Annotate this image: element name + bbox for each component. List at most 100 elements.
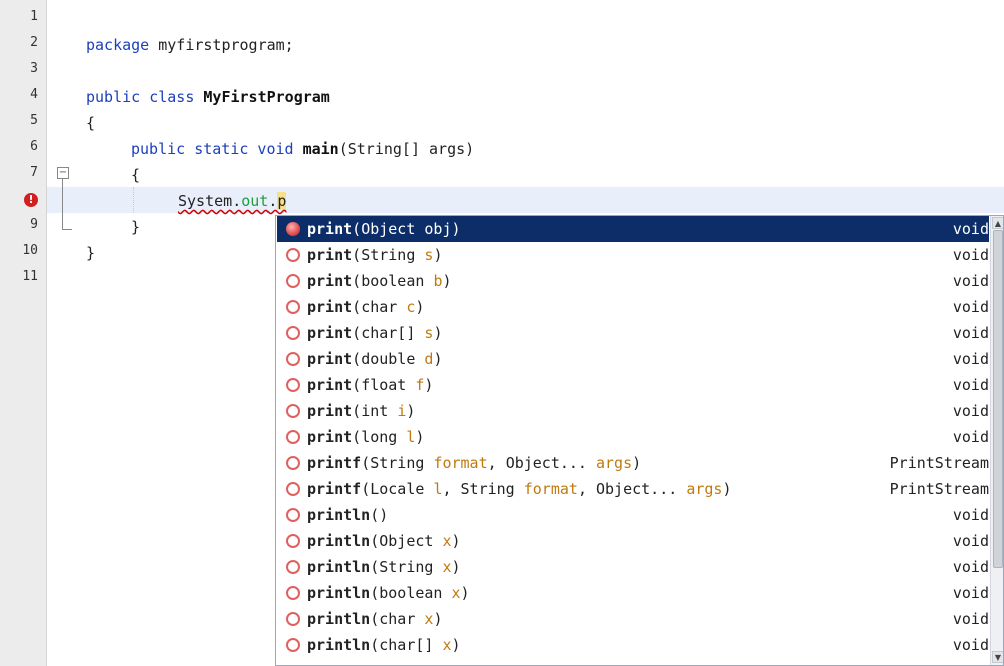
return-type: void <box>952 246 989 264</box>
paren-close: ) <box>415 298 425 316</box>
completion-item[interactable]: print(char c) void <box>277 294 989 320</box>
completion-scrollbar[interactable]: ▲ ▼ <box>990 216 1003 665</box>
paren-open: ( <box>370 506 380 524</box>
code-line-current[interactable]: System.out.p <box>178 188 287 214</box>
return-type: void <box>952 532 989 550</box>
method-name: printf <box>307 480 362 498</box>
param-space <box>397 298 406 316</box>
method-signature: println(boolean x) <box>307 580 470 606</box>
completion-item[interactable]: println(Object x) void <box>277 528 989 554</box>
method-icon <box>286 534 300 548</box>
paren-open: ( <box>370 558 380 576</box>
line-number-gutter: 1 2 3 4 5 6 7 9 10 11 ! <box>0 0 47 666</box>
param-name: args <box>686 480 723 498</box>
method-name: print <box>307 298 353 316</box>
method-signature: print(int i) <box>307 398 415 424</box>
line-number: 10 <box>22 243 38 258</box>
class-ref: System <box>178 192 233 210</box>
scroll-up-icon[interactable]: ▲ <box>992 217 1003 229</box>
paren-open: ( <box>352 298 362 316</box>
method-signature: println(char[] x) <box>307 632 461 658</box>
paren-close: ) <box>451 532 461 550</box>
completion-item[interactable]: print(float f) void <box>277 372 989 398</box>
completion-item[interactable]: println(boolean x) void <box>277 580 989 606</box>
completion-item[interactable]: println(char x) void <box>277 606 989 632</box>
error-icon[interactable]: ! <box>24 193 38 207</box>
code-text: (String[] args) <box>338 140 475 158</box>
paren-close: ) <box>451 220 461 238</box>
code-line-brace-open[interactable]: { <box>86 110 95 136</box>
method-icon <box>286 352 300 366</box>
param-space <box>587 454 596 472</box>
method-name: printf <box>307 454 362 472</box>
param-separator: , <box>442 480 461 498</box>
method-name: println <box>307 584 371 602</box>
completion-item[interactable]: print(Object obj) void <box>277 216 989 242</box>
completion-item[interactable]: print(String s) void <box>277 242 989 268</box>
code-line-package[interactable]: package myfirstprogram; <box>86 32 294 58</box>
param-name: i <box>397 402 407 420</box>
paren-close: ) <box>424 376 434 394</box>
indent-guide <box>133 187 135 213</box>
param-type: float <box>361 376 407 394</box>
completion-item[interactable]: printf(Locale l, String format, Object..… <box>277 476 989 502</box>
paren-close: ) <box>379 506 389 524</box>
code-line-brace-close[interactable]: } <box>131 214 140 240</box>
param-name: obj <box>424 220 452 238</box>
method-name: print <box>307 272 353 290</box>
paren-open: ( <box>370 532 380 550</box>
param-name: format <box>523 480 578 498</box>
return-type: void <box>952 376 989 394</box>
code-line-brace-open[interactable]: { <box>131 162 140 188</box>
completion-item[interactable]: print(double d) void <box>277 346 989 372</box>
paren-close: ) <box>406 402 416 420</box>
paren-close: ) <box>460 584 470 602</box>
method-signature: printf(String format, Object... args) <box>307 450 641 476</box>
line-number: 2 <box>30 35 38 50</box>
completion-item[interactable]: print(int i) void <box>277 398 989 424</box>
method-signature: print(Object obj) <box>307 216 461 242</box>
line-number: 1 <box>30 9 38 24</box>
method-signature: println(char x) <box>307 606 442 632</box>
method-name: print <box>307 350 353 368</box>
param-type: char[] <box>361 324 416 342</box>
fold-toggle-icon[interactable]: − <box>57 167 69 179</box>
completion-item[interactable]: print(char[] s) void <box>277 320 989 346</box>
paren-open: ( <box>352 376 362 394</box>
code-line-main[interactable]: public static void main(String[] args) <box>131 136 474 162</box>
completion-item[interactable]: printf(String format, Object... args) Pri… <box>277 450 989 476</box>
completion-item[interactable]: println() void <box>277 502 989 528</box>
completion-item[interactable]: print(boolean b) void <box>277 268 989 294</box>
code-line-brace-close[interactable]: } <box>86 240 95 266</box>
method-icon <box>286 326 300 340</box>
method-icon <box>286 586 300 600</box>
return-type: void <box>952 558 989 576</box>
paren-open: ( <box>352 428 362 446</box>
param-type: boolean <box>379 584 443 602</box>
paren-open: ( <box>352 350 362 368</box>
code-completion-popup[interactable]: print(Object obj) void print(String s) void… <box>275 215 1004 666</box>
paren-close: ) <box>632 454 642 472</box>
return-type: void <box>952 272 989 290</box>
param-type: String <box>460 480 515 498</box>
method-name: print <box>307 428 353 446</box>
param-type: boolean <box>361 272 425 290</box>
scroll-thumb[interactable] <box>993 230 1003 568</box>
method-icon <box>286 612 300 626</box>
paren-close: ) <box>433 610 443 628</box>
paren-open: ( <box>361 480 371 498</box>
code-line-class[interactable]: public class MyFirstProgram <box>86 84 330 110</box>
completion-item[interactable]: println(char[] x) void <box>277 632 989 658</box>
paren-open: ( <box>361 454 371 472</box>
param-name: args <box>596 454 633 472</box>
completion-item[interactable]: println(String x) void <box>277 554 989 580</box>
paren-open: ( <box>352 324 362 342</box>
line-number: 6 <box>30 139 38 154</box>
param-type: Object <box>379 532 434 550</box>
method-name: print <box>307 376 353 394</box>
completion-item[interactable]: print(long l) void <box>277 424 989 450</box>
scroll-down-icon[interactable]: ▼ <box>992 651 1003 663</box>
method-icon <box>286 248 300 262</box>
method-icon <box>286 482 300 496</box>
return-type: PrintStream <box>889 454 989 472</box>
